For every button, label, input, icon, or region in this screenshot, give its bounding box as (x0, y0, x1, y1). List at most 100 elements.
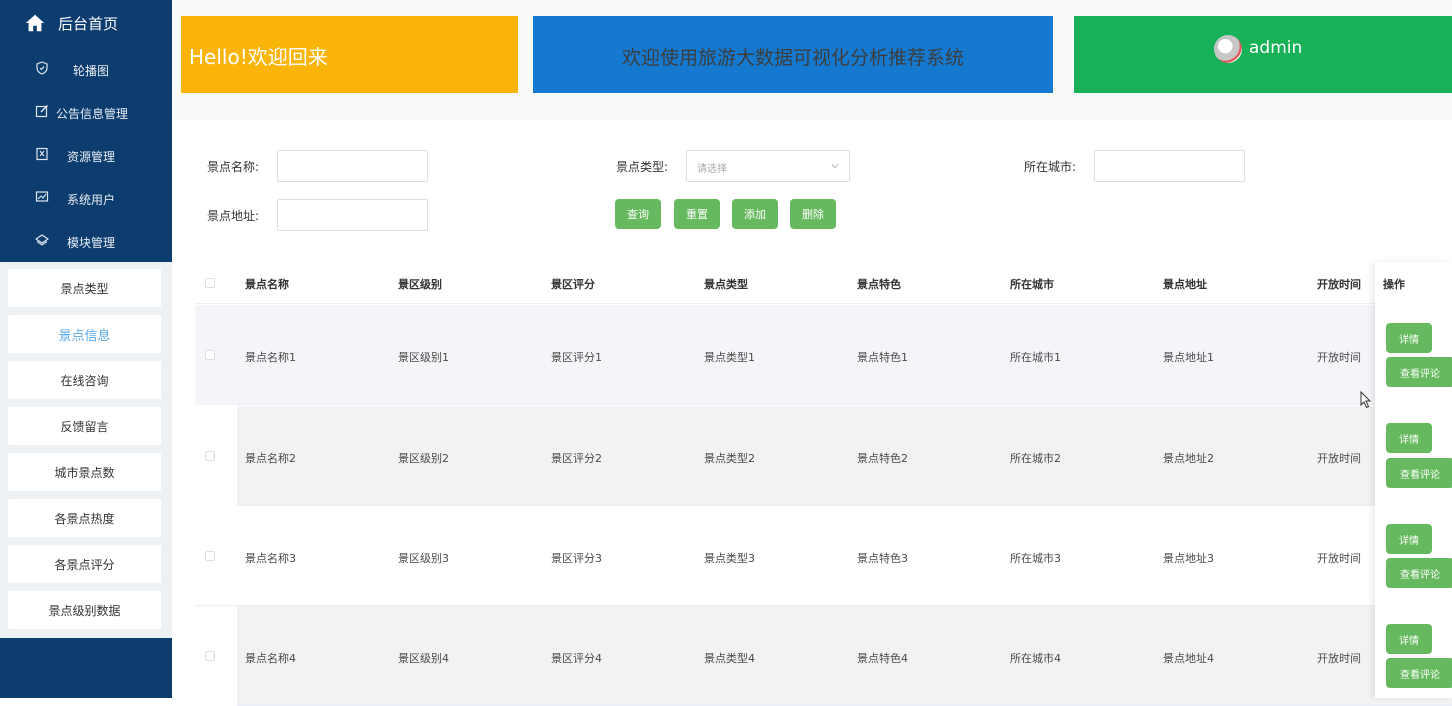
welcome-text: Hello!欢迎回来 (189, 45, 328, 69)
cell-rating: 景区评分2 (551, 452, 602, 465)
cell-rating: 景区评分4 (551, 652, 602, 665)
menu-item-notice[interactable]: 公告信息管理 (0, 91, 172, 134)
col-city: 所在城市 (1010, 278, 1054, 291)
cell-name: 景点名称1 (245, 351, 296, 364)
table-row[interactable]: 景点名称2 景区级别2 景区评分2 景点类型2 景点特色2 所在城市2 景点地址… (195, 406, 1452, 506)
cell-level: 景区级别2 (398, 452, 449, 465)
view-comments-button[interactable]: 查看评论 (1386, 458, 1452, 488)
layers-icon (35, 234, 49, 246)
cell-feature: 景点特色4 (857, 652, 908, 665)
row-checkbox[interactable] (205, 350, 215, 360)
username: admin (1249, 38, 1303, 58)
actions-column: 操作 详情 查看评论 详情 查看评论 详情 查看评论 详情 查看评论 (1375, 262, 1452, 698)
checkbox-cell (195, 406, 237, 506)
menu-item-users[interactable]: 系统用户 (0, 177, 172, 220)
menu-item-modules[interactable]: 模块管理 (0, 220, 172, 263)
view-comments-button[interactable]: 查看评论 (1386, 558, 1452, 588)
submenu-item-scenic-info[interactable]: 景点信息 (8, 315, 161, 353)
cell-address: 景点地址4 (1163, 652, 1214, 665)
delete-button[interactable]: 删除 (790, 199, 836, 229)
cell-level: 景区级别1 (398, 351, 449, 364)
address-input[interactable] (277, 199, 428, 231)
col-address: 景点地址 (1163, 278, 1207, 291)
col-name: 景点名称 (245, 278, 289, 291)
submenu-item-popularity[interactable]: 各景点热度 (8, 499, 161, 537)
address-label: 景点地址: (207, 209, 260, 223)
submenu-item-rating[interactable]: 各景点评分 (8, 545, 161, 583)
cell-rating: 景区评分3 (551, 552, 602, 565)
cell-type: 景点类型2 (704, 452, 755, 465)
cell-city: 所在城市1 (1010, 351, 1061, 364)
cell-city: 所在城市3 (1010, 552, 1061, 565)
view-comments-button[interactable]: 查看评论 (1386, 357, 1452, 387)
resource-icon (36, 147, 48, 161)
row-checkbox[interactable] (205, 651, 215, 661)
cell-feature: 景点特色1 (857, 351, 908, 364)
submenu-item-scenic-type[interactable]: 景点类型 (8, 269, 161, 307)
cell-address: 景点地址3 (1163, 552, 1214, 565)
system-title: 欢迎使用旅游大数据可视化分析推荐系统 (621, 47, 964, 69)
system-title-card: 欢迎使用旅游大数据可视化分析推荐系统 (533, 16, 1053, 93)
shield-icon (36, 61, 48, 75)
submenu-item-consult[interactable]: 在线咨询 (8, 361, 161, 399)
name-input[interactable] (277, 150, 428, 182)
row-checkbox[interactable] (205, 551, 215, 561)
row-checkbox[interactable] (205, 451, 215, 461)
table-row[interactable]: 景点名称3 景区级别3 景区评分3 景点类型3 景点特色3 所在城市3 景点地址… (195, 506, 1452, 606)
detail-button[interactable]: 详情 (1386, 524, 1432, 554)
submenu-item-feedback[interactable]: 反馈留言 (8, 407, 161, 445)
cell-open-time: 开放时间 (1317, 552, 1361, 565)
menu-label: 公告信息管理 (56, 107, 129, 121)
cell-type: 景点类型1 (704, 351, 755, 364)
checkbox-cell (195, 305, 237, 405)
detail-button[interactable]: 详情 (1386, 624, 1432, 654)
name-label: 景点名称: (207, 160, 260, 174)
table-header: 景点名称 景区级别 景区评分 景点类型 景点特色 所在城市 景点地址 开放时间 (195, 262, 1452, 304)
col-level: 景区级别 (398, 278, 442, 291)
detail-button[interactable]: 详情 (1386, 323, 1432, 353)
type-label: 景点类型: (616, 160, 669, 174)
select-all-checkbox[interactable] (205, 278, 215, 288)
user-card[interactable]: admin (1074, 16, 1452, 93)
col-open-time: 开放时间 (1317, 278, 1361, 291)
menu-item-carousel[interactable]: 轮播图 (0, 48, 172, 91)
detail-button[interactable]: 详情 (1386, 423, 1432, 453)
submenu-item-city-count[interactable]: 城市景点数 (8, 453, 161, 491)
submenu: 景点类型 景点信息 在线咨询 反馈留言 城市景点数 各景点热度 各景点评分 景点… (0, 262, 172, 638)
cell-type: 景点类型4 (704, 652, 755, 665)
welcome-card: Hello!欢迎回来 (181, 16, 518, 93)
add-button[interactable]: 添加 (732, 199, 778, 229)
cell-feature: 景点特色2 (857, 452, 908, 465)
cell-name: 景点名称4 (245, 652, 296, 665)
chart-icon (35, 191, 49, 202)
col-type: 景点类型 (704, 278, 748, 291)
cell-city: 所在城市2 (1010, 452, 1061, 465)
main-content: Hello!欢迎回来 欢迎使用旅游大数据可视化分析推荐系统 admin 景点名称… (172, 0, 1452, 706)
scenic-table: 景点名称 景区级别 景区评分 景点类型 景点特色 所在城市 景点地址 开放时间 … (195, 262, 1452, 706)
table-row[interactable]: 景点名称1 景区级别1 景区评分1 景点类型1 景点特色1 所在城市1 景点地址… (195, 305, 1452, 405)
city-input[interactable] (1094, 150, 1245, 182)
view-comments-button[interactable]: 查看评论 (1386, 658, 1452, 688)
cell-address: 景点地址1 (1163, 351, 1214, 364)
reset-button[interactable]: 重置 (674, 199, 720, 229)
cell-type: 景点类型3 (704, 552, 755, 565)
home-link[interactable]: 后台首页 (0, 0, 172, 46)
search-form: 景点名称: 景点类型: 请选择 所在城市: 景点地址: 查询 重置 添加 删除 (178, 122, 1452, 260)
edit-icon (35, 105, 48, 118)
menu-item-resource[interactable]: 资源管理 (0, 134, 172, 177)
cell-city: 所在城市4 (1010, 652, 1061, 665)
col-feature: 景点特色 (857, 278, 901, 291)
type-select[interactable]: 请选择 (686, 150, 850, 182)
cell-open-time: 开放时间 (1317, 652, 1361, 665)
cell-name: 景点名称3 (245, 552, 296, 565)
query-button[interactable]: 查询 (615, 199, 661, 229)
checkbox-cell (195, 606, 237, 706)
cell-level: 景区级别3 (398, 552, 449, 565)
cell-level: 景区级别4 (398, 652, 449, 665)
sidebar: 后台首页 轮播图 公告信息管理 资源管理 系统用户 模块管理 景点类型 景点信息… (0, 0, 172, 698)
home-label: 后台首页 (58, 15, 119, 33)
menu-label: 资源管理 (67, 150, 116, 164)
table-row[interactable]: 景点名称4 景区级别4 景区评分4 景点类型4 景点特色4 所在城市4 景点地址… (195, 606, 1452, 706)
submenu-item-level-data[interactable]: 景点级别数据 (8, 591, 161, 629)
home-icon (25, 14, 45, 32)
